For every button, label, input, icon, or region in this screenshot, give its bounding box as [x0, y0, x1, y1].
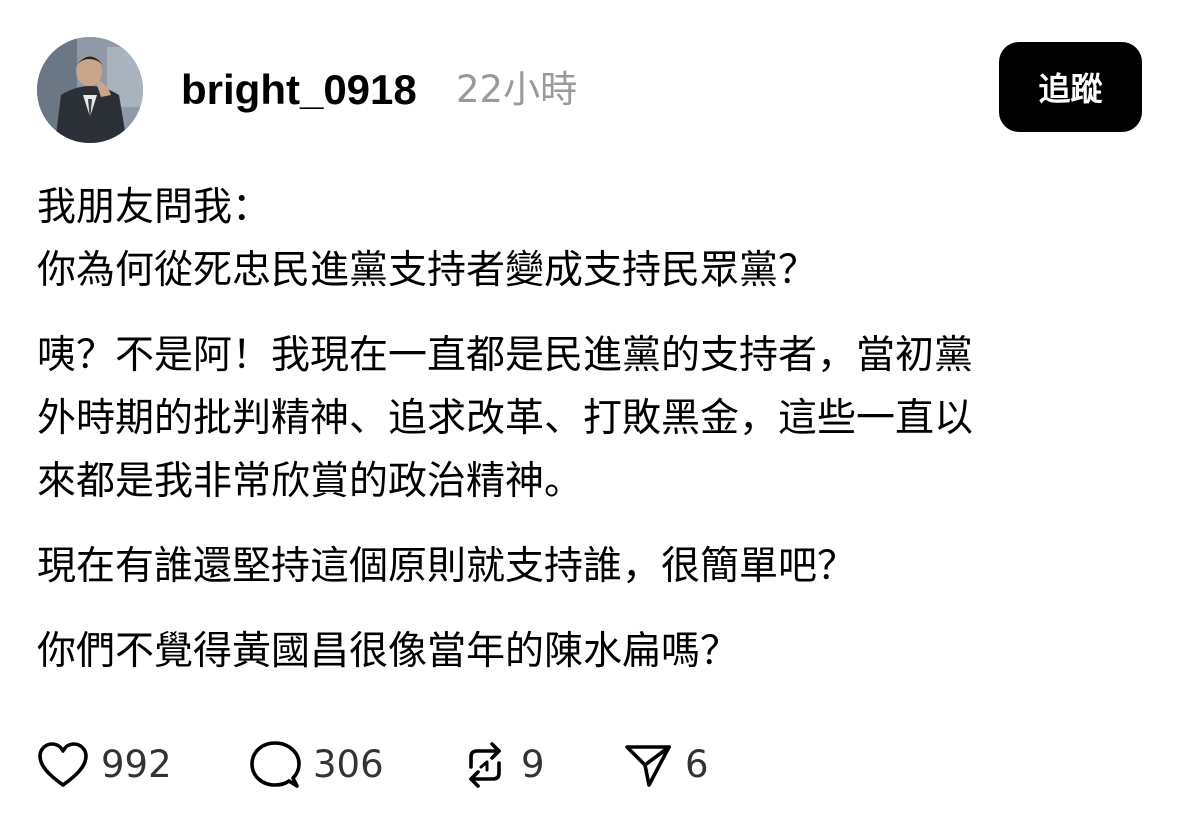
- like-count: 992: [101, 743, 172, 786]
- send-icon: [625, 745, 671, 787]
- comment-button[interactable]: 306: [249, 735, 384, 795]
- post-header: bright_0918 22小時 追蹤: [0, 0, 1179, 150]
- post-paragraph: 我朋友問我： 你為何從死忠民進黨支持者變成支持民眾黨？: [37, 185, 818, 293]
- username[interactable]: bright_0918: [181, 66, 417, 114]
- post-paragraph: 咦？不是阿！我現在一直都是民進黨的支持者，當初黨 外時期的批判精神、追求改革、打…: [37, 333, 974, 504]
- share-count: 6: [685, 743, 709, 786]
- repost-count: 9: [521, 743, 545, 786]
- post-paragraph: 現在有誰還堅持這個原則就支持誰，很簡單吧？: [37, 544, 857, 589]
- comment-count: 306: [313, 743, 384, 786]
- share-button[interactable]: 6: [623, 735, 709, 795]
- post-timestamp: 22小時: [456, 68, 578, 111]
- repost-button[interactable]: 9: [461, 735, 545, 795]
- repost-icon: [469, 742, 501, 788]
- avatar-image: [37, 37, 143, 143]
- heart-icon: [38, 742, 88, 787]
- post-content: 我朋友問我： 你為何從死忠民進黨支持者變成支持民眾黨？ 咦？不是阿！我現在一直都…: [37, 176, 1142, 683]
- post-paragraph: 你們不覺得黃國昌很像當年的陳水扁嗎？: [37, 629, 740, 674]
- comment-icon: [250, 741, 301, 788]
- avatar[interactable]: [37, 37, 143, 143]
- like-button[interactable]: 992: [37, 735, 172, 795]
- follow-button[interactable]: 追蹤: [999, 42, 1142, 132]
